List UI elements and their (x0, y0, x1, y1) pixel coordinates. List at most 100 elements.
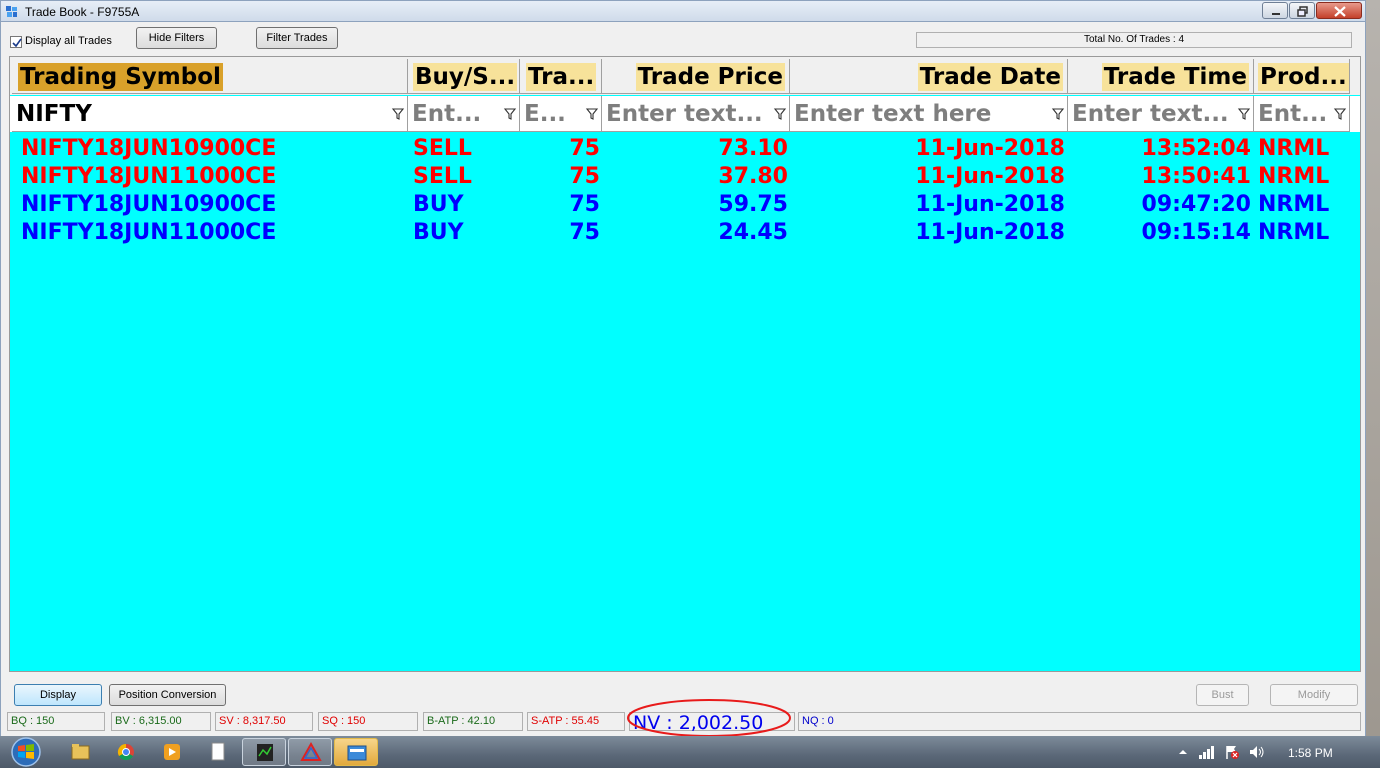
cell-trade-date: 11-Jun-2018 (915, 164, 1065, 189)
filter-trade-date[interactable]: Enter text here (790, 96, 1068, 132)
column-header-trade-price[interactable]: Trade Price (602, 59, 790, 94)
filter-trade-qty-placeholder: E... (524, 101, 566, 127)
column-header-trade-qty[interactable]: Tra... (520, 59, 602, 94)
column-header-trade-date[interactable]: Trade Date (790, 59, 1068, 94)
cell-trade-date: 11-Jun-2018 (915, 220, 1065, 245)
volume-icon[interactable] (1248, 744, 1266, 760)
notepad-taskbar-item[interactable] (196, 738, 240, 766)
trading-app-taskbar-item[interactable] (242, 738, 286, 766)
total-trades-count: Total No. Of Trades : 4 (916, 32, 1352, 48)
cell-product: NRML (1258, 164, 1330, 189)
close-button[interactable] (1316, 2, 1362, 19)
filter-funnel-icon[interactable] (503, 107, 517, 121)
cell-trading-symbol: NIFTY18JUN11000CE (21, 220, 277, 245)
folder-icon (71, 744, 90, 760)
cell-trade-qty: 75 (569, 220, 600, 245)
cell-trade-price: 37.80 (718, 164, 788, 189)
table-row[interactable]: NIFTY18JUN11000CE SELL 75 37.80 11-Jun-2… (10, 163, 1360, 191)
cell-buy-sell: BUY (413, 220, 464, 245)
show-hidden-icons-icon[interactable] (1178, 747, 1188, 757)
highlight-circle (627, 699, 791, 737)
cell-trade-qty: 75 (569, 136, 600, 161)
cell-buy-sell: SELL (413, 136, 472, 161)
cell-trade-qty: 75 (569, 164, 600, 189)
filter-trade-time[interactable]: Enter text... (1068, 96, 1254, 132)
hide-filters-button[interactable]: Hide Filters (136, 27, 217, 49)
filter-trade-date-placeholder: Enter text here (794, 101, 992, 127)
grid-filter-row: NIFTY Ent... E... Enter text... Enter te… (10, 96, 1360, 132)
status-sell-value: SV : 8,317.50 (215, 712, 313, 731)
chrome-taskbar-item[interactable] (104, 738, 148, 766)
chrome-icon (117, 743, 134, 761)
grid-header-row: Trading Symbol Buy/S... Tra... Trade Pri… (10, 57, 1360, 95)
filter-trades-button[interactable]: Filter Trades (256, 27, 338, 49)
filter-trading-symbol[interactable]: NIFTY (12, 96, 408, 132)
minimize-button[interactable] (1262, 2, 1288, 19)
filter-product[interactable]: Ent... (1254, 96, 1350, 132)
media-player-taskbar-item[interactable] (150, 738, 194, 766)
cell-trading-symbol: NIFTY18JUN11000CE (21, 164, 277, 189)
cell-trade-time: 13:50:41 (1141, 164, 1251, 189)
taskbar: 1:58 PM (0, 736, 1380, 768)
filter-funnel-icon[interactable] (1333, 107, 1347, 121)
action-center-flag-icon[interactable] (1224, 744, 1240, 760)
cell-trade-price: 59.75 (718, 192, 788, 217)
filter-funnel-icon[interactable] (585, 107, 599, 121)
filter-trade-price-placeholder: Enter text... (606, 101, 763, 127)
explorer-taskbar-item[interactable] (58, 738, 102, 766)
checkmark-icon (12, 38, 22, 48)
modify-button[interactable]: Modify (1270, 684, 1358, 706)
filter-trade-time-placeholder: Enter text... (1072, 101, 1229, 127)
cell-trade-time: 09:47:20 (1141, 192, 1251, 217)
filter-trade-qty[interactable]: E... (520, 96, 602, 132)
bust-button[interactable]: Bust (1196, 684, 1249, 706)
filter-product-placeholder: Ent... (1258, 101, 1328, 127)
status-buy-value: BV : 6,315.00 (111, 712, 211, 731)
desktop-background-edge (1366, 0, 1380, 736)
cell-trade-date: 11-Jun-2018 (915, 192, 1065, 217)
cell-buy-sell: SELL (413, 164, 472, 189)
position-conversion-button[interactable]: Position Conversion (109, 684, 226, 706)
cell-trade-price: 73.10 (718, 136, 788, 161)
title-bar: Trade Book - F9755A (0, 0, 1366, 22)
close-icon (1334, 6, 1346, 17)
status-sell-qty: SQ : 150 (318, 712, 418, 731)
maximize-button[interactable] (1289, 2, 1315, 19)
display-all-trades-checkbox[interactable] (10, 36, 22, 48)
table-row[interactable]: NIFTY18JUN10900CE SELL 75 73.10 11-Jun-2… (10, 135, 1360, 163)
column-header-product[interactable]: Prod... (1254, 59, 1350, 94)
system-clock[interactable]: 1:58 PM (1288, 746, 1333, 760)
status-buy-atp: B-ATP : 42.10 (423, 712, 523, 731)
filter-buy-sell[interactable]: Ent... (408, 96, 520, 132)
start-button[interactable] (4, 736, 48, 768)
display-button[interactable]: Display (14, 684, 102, 706)
restore-icon (1297, 6, 1308, 17)
filter-trade-price[interactable]: Enter text... (602, 96, 790, 132)
status-bar: BQ : 150 BV : 6,315.00 SV : 8,317.50 SQ … (1, 699, 1365, 737)
filter-funnel-icon[interactable] (1237, 107, 1251, 121)
cell-trade-time: 13:52:04 (1141, 136, 1251, 161)
status-buy-qty: BQ : 150 (7, 712, 105, 731)
cell-trade-qty: 75 (569, 192, 600, 217)
column-header-trading-symbol[interactable]: Trading Symbol (12, 59, 408, 94)
cell-product: NRML (1258, 220, 1330, 245)
column-header-buy-sell[interactable]: Buy/S... (408, 59, 520, 94)
filter-funnel-icon[interactable] (391, 107, 405, 121)
table-row[interactable]: NIFTY18JUN11000CE BUY 75 24.45 11-Jun-20… (10, 219, 1360, 247)
filter-funnel-icon[interactable] (1051, 107, 1065, 121)
filter-buy-sell-placeholder: Ent... (412, 101, 482, 127)
app-window-icon (347, 745, 367, 761)
document-icon (211, 742, 225, 761)
display-all-trades-label: Display all Trades (25, 35, 112, 47)
prism-app-taskbar-item[interactable] (288, 738, 332, 766)
cell-trading-symbol: NIFTY18JUN10900CE (21, 136, 277, 161)
status-sell-atp: S-ATP : 55.45 (527, 712, 625, 731)
filter-funnel-icon[interactable] (773, 107, 787, 121)
prism-icon (300, 741, 322, 761)
trade-book-taskbar-item[interactable] (334, 738, 378, 766)
table-row[interactable]: NIFTY18JUN10900CE BUY 75 59.75 11-Jun-20… (10, 191, 1360, 219)
cell-trade-time: 09:15:14 (1141, 220, 1251, 245)
network-signal-icon[interactable] (1198, 745, 1216, 759)
column-header-trade-time[interactable]: Trade Time (1068, 59, 1254, 94)
minimize-icon (1272, 13, 1280, 15)
